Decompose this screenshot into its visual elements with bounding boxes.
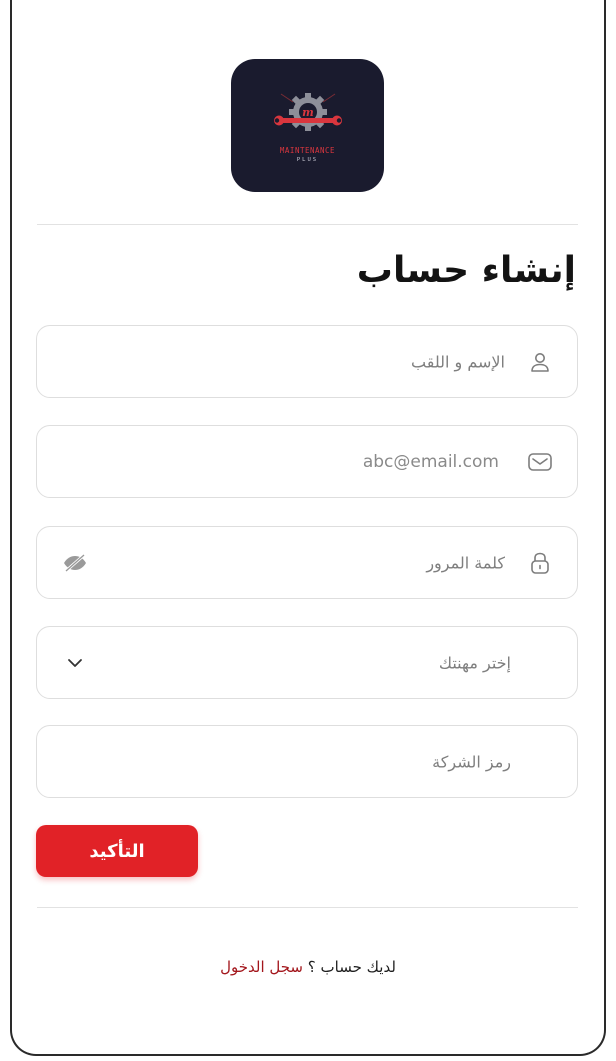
chevron-down-icon[interactable] bbox=[61, 652, 89, 674]
lock-icon bbox=[527, 550, 553, 576]
mail-icon bbox=[527, 449, 553, 475]
company-code-placeholder: رمز الشركة bbox=[432, 752, 511, 771]
user-icon bbox=[527, 349, 553, 375]
profession-placeholder: إختر مهنتك bbox=[438, 653, 511, 672]
gear-wrench-logo-icon: m bbox=[273, 93, 342, 131]
email-placeholder: abc@email.com bbox=[362, 451, 499, 472]
profession-select[interactable]: إختر مهنتك bbox=[36, 626, 578, 699]
email-field[interactable]: abc@email.com bbox=[36, 425, 578, 498]
bottom-divider bbox=[37, 907, 578, 908]
page-title: إنشاء حساب bbox=[356, 250, 576, 291]
logo-subtext: PLUS bbox=[296, 157, 319, 163]
password-field[interactable]: كلمة المرور bbox=[36, 526, 578, 599]
svg-text:m: m bbox=[302, 106, 314, 119]
eye-slash-icon[interactable] bbox=[61, 552, 89, 574]
fullname-field[interactable]: الإسم و اللقب bbox=[36, 325, 578, 398]
password-placeholder: كلمة المرور bbox=[426, 553, 505, 572]
submit-button[interactable]: التأكيد bbox=[36, 825, 198, 877]
signin-prompt: لديك حساب ؟ سجل الدخول bbox=[0, 958, 616, 976]
signup-screen: m MAINTENANCE PLUS إنشاء حساب الإسم و ال… bbox=[0, 0, 616, 1061]
signin-prompt-text: لديك حساب ؟ bbox=[307, 958, 396, 976]
app-logo: m MAINTENANCE PLUS bbox=[231, 59, 384, 192]
signin-link[interactable]: سجل الدخول bbox=[220, 958, 303, 976]
top-divider bbox=[37, 224, 578, 225]
logo-text: MAINTENANCE bbox=[279, 146, 336, 155]
company-code-field[interactable]: رمز الشركة bbox=[36, 725, 578, 798]
fullname-placeholder: الإسم و اللقب bbox=[411, 352, 505, 371]
